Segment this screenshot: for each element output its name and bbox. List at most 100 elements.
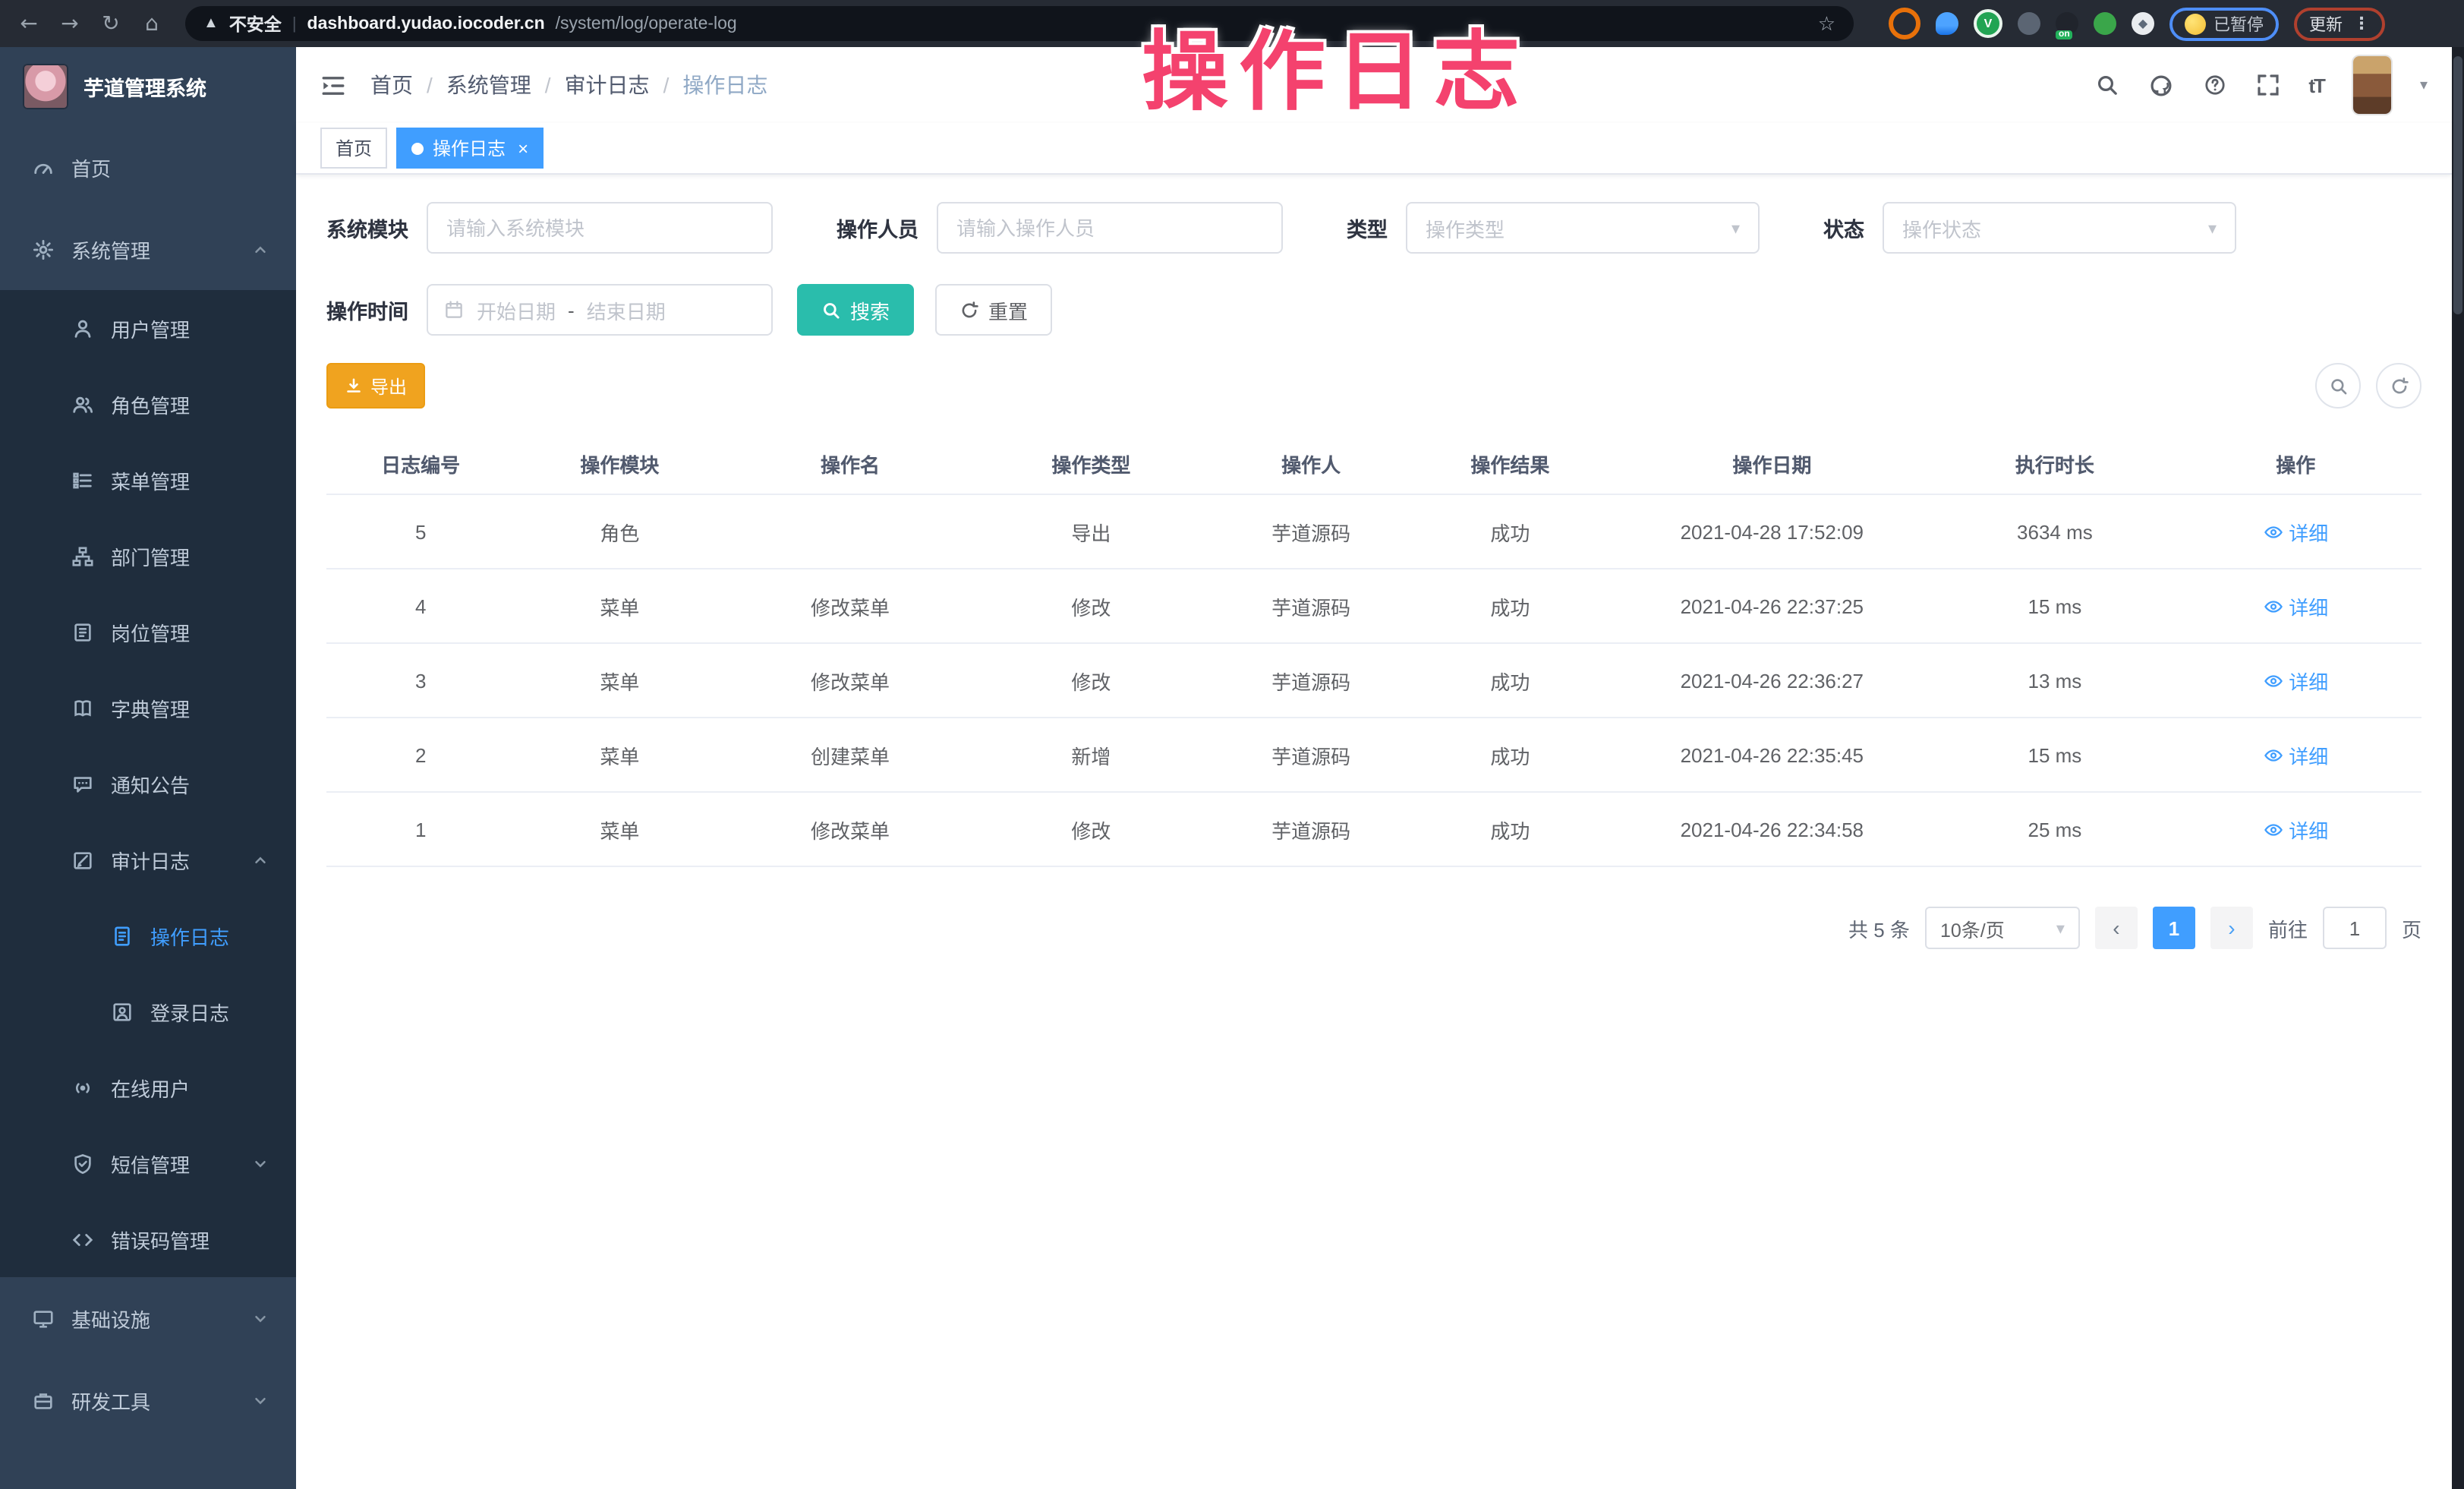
sidebar-item-login-log[interactable]: 登录日志 [0, 973, 296, 1049]
status-select[interactable]: 操作状态 ▾ [1883, 202, 2236, 254]
detail-link[interactable]: 详细 [2263, 740, 2328, 769]
font-size-icon[interactable]: tT [2308, 74, 2324, 96]
breadcrumb-system[interactable]: 系统管理 [427, 70, 531, 100]
url-host: dashboard.yudao.iocoder.cn [307, 14, 545, 33]
detail-link[interactable]: 详细 [2263, 666, 2328, 695]
help-icon[interactable] [2202, 73, 2226, 97]
sidebar-item-roles[interactable]: 角色管理 [0, 366, 296, 442]
reset-button-label: 重置 [988, 295, 1028, 324]
update-button[interactable]: 更新 ⋮ [2294, 7, 2385, 40]
sidebar-item-posts[interactable]: 岗位管理 [0, 594, 296, 670]
hamburger-icon[interactable] [320, 72, 346, 98]
close-icon[interactable]: × [518, 137, 528, 159]
toggle-search-button[interactable] [2315, 363, 2361, 409]
status-placeholder: 操作状态 [1902, 213, 2208, 242]
next-page-button[interactable]: › [2210, 907, 2253, 949]
page-size-select[interactable]: 10条/页 ▾ [1925, 907, 2080, 949]
reset-button[interactable]: 重置 [935, 284, 1052, 336]
extension-icon[interactable]: on [2056, 12, 2078, 35]
sidebar-item-menus[interactable]: 菜单管理 [0, 442, 296, 518]
github-icon[interactable] [2147, 72, 2173, 98]
sidebar-item-notice[interactable]: 通知公告 [0, 746, 296, 822]
search-button[interactable]: 搜索 [797, 284, 914, 336]
export-button[interactable]: 导出 [326, 363, 425, 409]
sidebar-item-label: 岗位管理 [111, 617, 190, 646]
tag-home[interactable]: 首页 [320, 128, 387, 169]
cell-operator: 芋道源码 [1206, 591, 1416, 620]
address-bar[interactable]: ▲ 不安全 | dashboard.yudao.iocoder.cn /syst… [185, 6, 1854, 41]
security-label[interactable]: 不安全 [229, 11, 282, 36]
chevron-down-icon: ▾ [1731, 218, 1740, 238]
calendar-icon [443, 299, 465, 320]
user-avatar[interactable] [2353, 56, 2391, 114]
end-date-placeholder: 结束日期 [587, 295, 666, 324]
extension-icon[interactable] [1889, 8, 1920, 39]
operate-log-table: 日志编号 操作模块 操作名 操作类型 操作人 操作结果 操作日期 执行时长 操作… [326, 433, 2421, 867]
caret-down-icon[interactable]: ▾ [2420, 77, 2428, 93]
search-icon[interactable] [2094, 73, 2119, 97]
puzzle-extensions-icon[interactable]: ◆ [2132, 12, 2154, 35]
detail-link[interactable]: 详细 [2263, 591, 2328, 620]
breadcrumb-home[interactable]: 首页 [370, 70, 413, 100]
tag-label: 操作日志 [433, 135, 506, 161]
sidebar-item-dict[interactable]: 字典管理 [0, 670, 296, 746]
status-label: 状态 [1823, 213, 1864, 243]
refresh-table-button[interactable] [2376, 363, 2421, 409]
detail-link[interactable]: 详细 [2263, 815, 2328, 844]
app-logo[interactable]: 芋道管理系统 [0, 47, 296, 126]
goto-page-input[interactable] [2323, 907, 2387, 949]
sidebar-item-home[interactable]: 首页 [0, 126, 296, 208]
sidebar-item-system[interactable]: 系统管理 [0, 208, 296, 290]
home-icon[interactable]: ⌂ [138, 11, 165, 36]
operator-input[interactable] [937, 202, 1283, 254]
extension-icon[interactable] [2094, 12, 2116, 35]
detail-link-label: 详细 [2289, 591, 2328, 620]
reload-icon[interactable]: ↻ [97, 11, 124, 36]
sidebar-item-sms[interactable]: 短信管理 [0, 1125, 296, 1201]
detail-link[interactable]: 详细 [2263, 517, 2328, 546]
profile-paused-chip[interactable]: 已暂停 [2169, 7, 2279, 40]
sidebar-item-dev-tools[interactable]: 研发工具 [0, 1359, 296, 1441]
app-window: 操作日志 ← → ↻ ⌂ ▲ 不安全 | dashboard.yudao.ioc… [0, 0, 2464, 1489]
sidebar-item-error-codes[interactable]: 错误码管理 [0, 1201, 296, 1277]
type-select[interactable]: 操作类型 ▾ [1406, 202, 1760, 254]
sidebar-item-label: 在线用户 [111, 1073, 190, 1102]
eye-icon [2263, 819, 2283, 839]
prev-page-button[interactable]: ‹ [2095, 907, 2138, 949]
cell-type: 新增 [976, 740, 1207, 769]
sidebar-item-infrastructure[interactable]: 基础设施 [0, 1277, 296, 1359]
column-header: 操作人 [1206, 449, 1416, 478]
login-log-icon [111, 1000, 134, 1023]
breadcrumb: 首页 系统管理 审计日志 操作日志 [370, 70, 781, 100]
tag-operate-log[interactable]: 操作日志 × [396, 128, 544, 169]
cell-result: 成功 [1416, 740, 1604, 769]
sidebar-item-audit-log[interactable]: 审计日志 [0, 822, 296, 898]
current-page-button[interactable]: 1 [2153, 907, 2195, 949]
sidebar-item-online-users[interactable]: 在线用户 [0, 1049, 296, 1125]
sidebar-item-users[interactable]: 用户管理 [0, 290, 296, 366]
date-range-picker[interactable]: 开始日期 - 结束日期 [427, 284, 773, 336]
code-icon [71, 1228, 94, 1251]
extension-icon[interactable]: V [1974, 9, 2002, 38]
browser-menu-icon[interactable]: ⋮ [2353, 14, 2370, 33]
sidebar-item-label: 操作日志 [150, 921, 229, 950]
extension-icon[interactable] [2018, 12, 2040, 35]
scrollbar-thumb[interactable] [2453, 56, 2462, 314]
extension-icon[interactable] [1936, 12, 1958, 35]
sidebar-item-label: 用户管理 [111, 314, 190, 342]
bookmark-star-icon[interactable]: ☆ [1818, 11, 1835, 36]
page-scrollbar[interactable] [2452, 47, 2464, 1489]
sidebar-item-label: 部门管理 [111, 541, 190, 570]
breadcrumb-audit[interactable]: 审计日志 [545, 70, 650, 100]
annotation-overlay: 操作日志 [1142, 3, 1530, 128]
module-input[interactable] [427, 202, 773, 254]
cell-name: 修改菜单 [724, 591, 975, 620]
range-separator: - [568, 298, 575, 321]
cell-log-id: 4 [326, 595, 515, 617]
warning-icon: ▲ [203, 15, 219, 32]
sidebar-item-operate-log[interactable]: 操作日志 [0, 898, 296, 973]
back-icon[interactable]: ← [15, 11, 43, 36]
fullscreen-icon[interactable] [2255, 73, 2280, 97]
sidebar-item-departments[interactable]: 部门管理 [0, 518, 296, 594]
forward-icon[interactable]: → [56, 11, 83, 36]
